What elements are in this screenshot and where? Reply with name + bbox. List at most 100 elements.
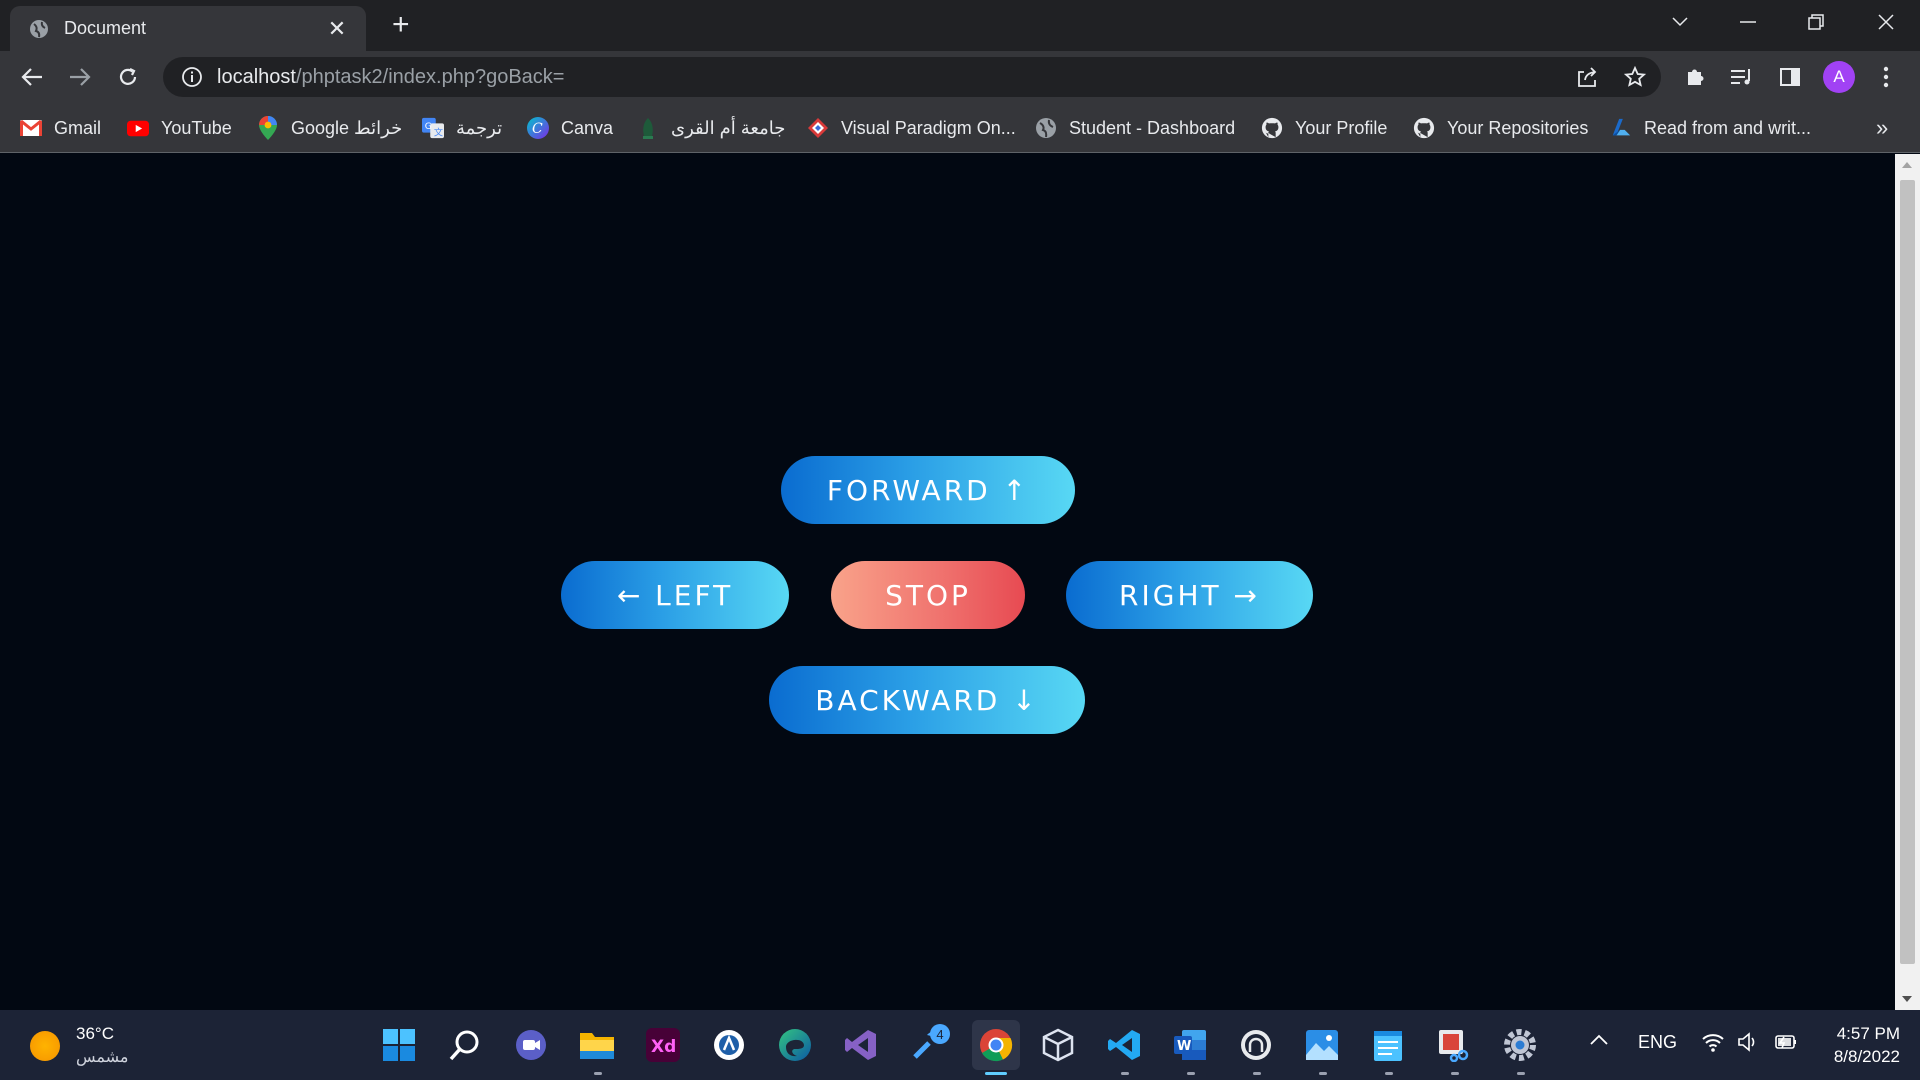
virtualbox-icon[interactable] xyxy=(1038,1025,1078,1065)
search-icon[interactable] xyxy=(445,1025,485,1065)
battery-icon[interactable] xyxy=(1772,1032,1798,1057)
address-bar[interactable]: localhost/phptask2/index.php?goBack= xyxy=(163,57,1661,97)
restore-icon[interactable] xyxy=(1796,6,1836,38)
backward-button[interactable]: BACKWARD ↓ xyxy=(769,666,1085,734)
bookmark-canva[interactable]: C Canva xyxy=(527,115,613,141)
running-indicator xyxy=(1253,1072,1261,1075)
page-scrollbar[interactable] xyxy=(1895,154,1920,1010)
running-indicator xyxy=(1187,1072,1195,1075)
university-icon xyxy=(637,117,659,139)
browser-tab[interactable]: Document ✕ xyxy=(10,6,366,51)
snipping-tool-icon[interactable] xyxy=(1434,1025,1474,1065)
scroll-thumb[interactable] xyxy=(1900,180,1915,964)
page-content: FORWARD ↑ ← LEFT STOP RIGHT → BACKWARD ↓ xyxy=(0,154,1895,1010)
bookmark-star-icon[interactable] xyxy=(1617,59,1653,95)
bookmark-label: Canva xyxy=(561,117,614,138)
svg-text:W: W xyxy=(1177,1039,1191,1054)
url-path: /phptask2/index.php?goBack= xyxy=(295,65,565,88)
google-maps-icon xyxy=(257,116,279,140)
photos-icon[interactable] xyxy=(1302,1025,1342,1065)
right-button[interactable]: RIGHT → xyxy=(1066,561,1313,629)
scroll-down-icon[interactable] xyxy=(1902,996,1912,1002)
tab-search-icon[interactable] xyxy=(1660,6,1700,38)
youtube-icon xyxy=(127,117,149,139)
weather-description: مشمس xyxy=(76,1049,129,1066)
tray-chevron-up-icon[interactable] xyxy=(1589,1030,1609,1051)
bookmark-student-dashboard[interactable]: Student - Dashboard xyxy=(1035,115,1235,141)
visual-studio-icon[interactable] xyxy=(841,1025,881,1065)
bookmark-label: ترجمة xyxy=(456,117,503,138)
scroll-up-icon[interactable] xyxy=(1902,162,1912,168)
arrow-left-icon xyxy=(21,68,42,86)
reading-list-icon[interactable] xyxy=(1726,61,1758,93)
share-icon[interactable] xyxy=(1569,59,1605,95)
language-indicator[interactable]: ENG xyxy=(1638,1032,1677,1053)
notepad-icon[interactable] xyxy=(1368,1025,1408,1065)
info-icon[interactable] xyxy=(181,66,203,88)
windows-taskbar: 36°C مشمس Xd 4 W ENG 4:57 PM 8/8/2022 xyxy=(0,1010,1920,1080)
canva-icon: C xyxy=(527,117,549,139)
forward-nav-button[interactable] xyxy=(64,61,96,93)
svg-text:C: C xyxy=(532,121,543,137)
more-bookmarks-icon[interactable]: » xyxy=(1876,115,1888,141)
teams-icon[interactable] xyxy=(511,1025,551,1065)
tab-close-icon[interactable]: ✕ xyxy=(326,17,348,40)
bookmark-youtube[interactable]: YouTube xyxy=(127,115,232,141)
vscode-icon[interactable] xyxy=(1104,1025,1144,1065)
windows-start-icon[interactable] xyxy=(379,1025,419,1065)
word-icon[interactable]: W xyxy=(1170,1025,1210,1065)
weather-widget[interactable]: 36°C مشمس xyxy=(30,1024,129,1067)
wifi-icon[interactable] xyxy=(1701,1032,1725,1057)
svg-text:文: 文 xyxy=(434,126,443,138)
clock-date: 8/8/2022 xyxy=(1833,1047,1900,1066)
bookmark-gmail[interactable]: Gmail xyxy=(20,115,101,141)
new-tab-button[interactable]: + xyxy=(392,10,410,40)
bookmark-read-write[interactable]: Read from and writ... xyxy=(1610,115,1811,141)
reload-icon xyxy=(119,68,137,85)
left-button[interactable]: ← LEFT xyxy=(561,561,789,629)
extensions-icon[interactable] xyxy=(1679,61,1711,93)
bookmark-your-profile[interactable]: Your Profile xyxy=(1261,115,1387,141)
side-panel-icon[interactable] xyxy=(1774,61,1806,93)
back-button[interactable] xyxy=(16,61,48,93)
forward-button[interactable]: FORWARD ↑ xyxy=(781,456,1075,524)
close-window-icon[interactable] xyxy=(1866,6,1906,38)
running-indicator xyxy=(1319,1072,1327,1075)
running-indicator xyxy=(1121,1072,1129,1075)
minimize-icon[interactable] xyxy=(1728,6,1768,38)
bookmark-translate[interactable]: G文 ترجمة xyxy=(422,115,502,141)
bookmark-visual-paradigm[interactable]: Visual Paradigm On... xyxy=(807,115,1016,141)
sun-icon xyxy=(30,1030,60,1061)
azure-icon xyxy=(1610,117,1632,139)
more-menu-icon[interactable] xyxy=(1870,61,1902,93)
profile-avatar[interactable]: A xyxy=(1823,61,1855,93)
running-indicator xyxy=(1517,1072,1525,1075)
reload-button[interactable] xyxy=(112,61,144,93)
chrome-icon[interactable] xyxy=(972,1020,1020,1070)
visual-paradigm-icon xyxy=(807,117,829,139)
taskbar-clock[interactable]: 4:57 PM 8/8/2022 xyxy=(1800,1022,1900,1068)
browser-toolbar: localhost/phptask2/index.php?goBack= A xyxy=(0,51,1920,103)
running-indicator xyxy=(594,1072,602,1075)
github-desktop-icon[interactable] xyxy=(1236,1025,1276,1065)
bookmark-label: Google خرائط xyxy=(291,117,403,138)
bookmark-label: Read from and writ... xyxy=(1644,117,1812,138)
bookmark-google-maps[interactable]: Google خرائط xyxy=(257,115,402,141)
github-icon xyxy=(1413,117,1435,139)
bookmark-your-repositories[interactable]: Your Repositories xyxy=(1413,115,1588,141)
globe-icon xyxy=(30,19,48,38)
active-indicator xyxy=(985,1072,1007,1075)
volume-icon[interactable] xyxy=(1737,1032,1761,1057)
gmail-icon xyxy=(20,117,42,139)
edge-icon[interactable] xyxy=(775,1025,815,1065)
adobe-xd-icon[interactable]: Xd xyxy=(643,1025,683,1065)
stop-button[interactable]: STOP xyxy=(831,561,1025,629)
file-explorer-icon[interactable] xyxy=(577,1025,617,1065)
weather-temperature: 36°C xyxy=(76,1024,114,1043)
bookmark-university[interactable]: جامعة أم القرى xyxy=(637,115,785,141)
settings-icon[interactable] xyxy=(1500,1025,1540,1065)
running-indicator xyxy=(1451,1072,1459,1075)
bookmark-label: Student - Dashboard xyxy=(1069,117,1236,138)
app-icon[interactable] xyxy=(709,1025,749,1065)
bookmark-label: Your Profile xyxy=(1295,117,1388,138)
